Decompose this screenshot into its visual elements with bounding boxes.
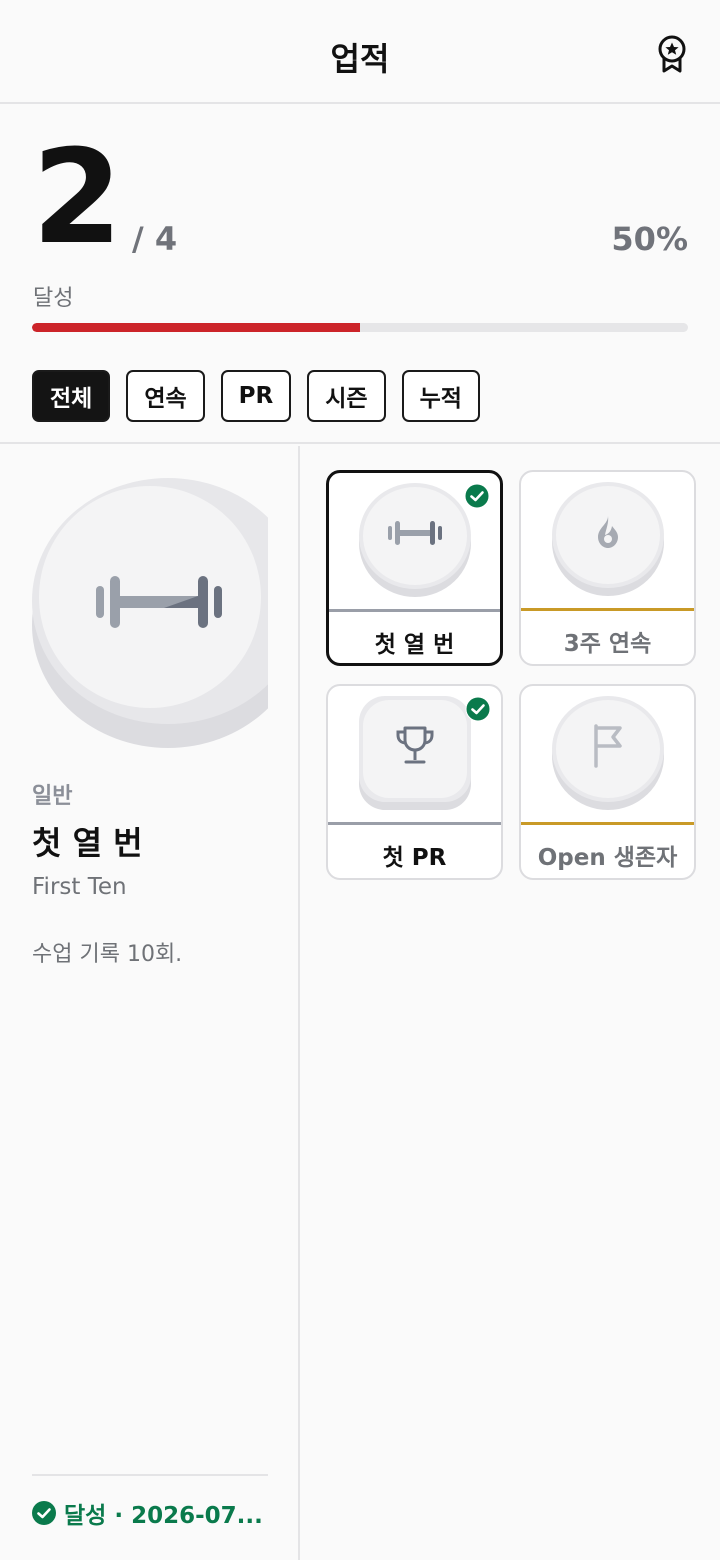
flag-icon (593, 724, 622, 768)
tier-bar (521, 822, 694, 825)
divider (32, 1474, 268, 1476)
achievement-status-text: 달성 · 2026-07... (64, 1503, 263, 1529)
tier-bar (328, 822, 501, 825)
filter-chip-season[interactable]: 시즌 (307, 370, 386, 422)
achieved-label: 달성 (33, 286, 74, 311)
percent-label: 50% (611, 220, 688, 258)
detail-medal (32, 478, 268, 750)
progress-bar (32, 323, 688, 332)
barbell-icon (387, 521, 442, 545)
page-title: 업적 (330, 40, 390, 78)
filter-chip-all[interactable]: 전체 (32, 370, 111, 422)
achievement-summary: 2 / 4 50% 달성 전체 연속 PR 시즌 누적 (0, 104, 720, 444)
total-count: / 4 (132, 220, 178, 258)
achievement-description: 수업 기록 10회. (32, 942, 183, 967)
achievement-card-label: Open 생존자 (537, 845, 678, 871)
medal (551, 482, 664, 596)
achievement-card-open-survivor[interactable]: Open 생존자 (519, 684, 696, 880)
award-ribbon-icon[interactable] (654, 34, 690, 74)
filter-chip-cumulative[interactable]: 누적 (401, 370, 480, 422)
check-circle-icon (464, 483, 490, 509)
tier-bar (521, 608, 694, 611)
progress-fill (32, 323, 360, 332)
achievement-title: 첫 열 번 (32, 824, 143, 862)
achievement-category: 일반 (32, 784, 73, 809)
achievement-card-label: 3주 연속 (563, 631, 652, 657)
check-circle-icon (465, 696, 491, 722)
trophy-icon (396, 726, 433, 764)
achievement-card-3-week-streak[interactable]: 3주 연속 (519, 470, 696, 666)
achievement-status: 달성 · 2026-07... (32, 1496, 263, 1530)
top-bar: 업적 (0, 0, 720, 104)
filter-chip-streak[interactable]: 연속 (126, 370, 205, 422)
medal (358, 483, 471, 597)
check-circle-icon (32, 1501, 56, 1525)
flame-icon (597, 516, 618, 548)
medal (358, 696, 471, 810)
filter-chip-pr[interactable]: PR (220, 370, 292, 422)
barbell-icon (96, 576, 222, 628)
filter-chips: 전체 연속 PR 시즌 누적 (32, 370, 480, 422)
achievement-subtitle: First Ten (32, 874, 127, 900)
achievement-card-first-ten[interactable]: 첫 열 번 (326, 470, 503, 666)
achieved-count: 2 (32, 121, 122, 273)
achievement-card-label: 첫 열 번 (374, 632, 455, 658)
achievement-detail-panel: 일반 첫 열 번 First Ten 수업 기록 10회. 달성 · 2026-… (0, 446, 300, 1560)
achievement-card-first-pr[interactable]: 첫 PR (326, 684, 503, 880)
tier-bar (329, 609, 500, 612)
medal (551, 696, 664, 810)
achievement-card-label: 첫 PR (382, 845, 447, 871)
